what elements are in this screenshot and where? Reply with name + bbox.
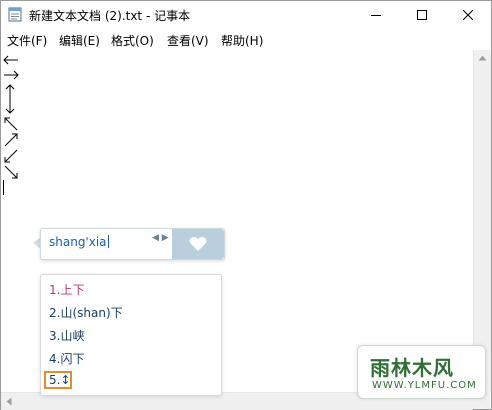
menu-bar: 文件(F) 编辑(E) 格式(O) 查看(V) 帮助(H) [1, 30, 491, 50]
left-arrow-glyph [3, 55, 18, 65]
ime-candidate-list: 1.上下 2.山(shan)下 3.山峡 4.闪下 5.↕ [40, 274, 222, 396]
text-caret [3, 180, 4, 195]
close-icon [463, 10, 473, 20]
menu-edit[interactable]: 编辑(E) [59, 32, 100, 49]
down-left-arrow-glyph [4, 149, 18, 163]
maximize-button[interactable] [399, 1, 445, 29]
candidate-highlight [44, 371, 72, 389]
menu-format[interactable]: 格式(O) [111, 32, 154, 49]
watermark-logo: 雨林木风 WWW.YLMFU.COM [357, 345, 486, 399]
watermark-url: WWW.YLMFU.COM [372, 380, 477, 391]
ime-cursor [107, 235, 109, 248]
candidate-item-4[interactable]: 4.闪下 [49, 350, 84, 367]
scroll-left-icon[interactable] [6, 397, 12, 406]
up-down-arrow-glyph [5, 84, 15, 114]
vertical-scrollbar[interactable] [473, 50, 491, 392]
scroll-up-icon[interactable] [478, 55, 487, 61]
candidate-item-3[interactable]: 3.山峡 [49, 327, 84, 344]
ime-page-arrows-icon[interactable]: ◀ ▶ [152, 233, 169, 243]
minimize-button[interactable] [353, 1, 399, 29]
ime-input-text: shang'xia [49, 235, 109, 249]
up-right-arrow-glyph [4, 133, 18, 147]
watermark-title: 雨林木风 [370, 356, 454, 380]
heart-icon [189, 237, 207, 251]
candidate-item-2[interactable]: 2.山(shan)下 [49, 304, 123, 321]
menu-file[interactable]: 文件(F) [7, 32, 47, 49]
notepad-app-icon [8, 7, 22, 22]
title-bar[interactable]: 新建文本文档 (2).txt - 记事本 [1, 1, 491, 29]
candidate-item-1[interactable]: 1.上下 [49, 281, 84, 298]
right-arrow-glyph [4, 70, 19, 80]
down-right-arrow-glyph [4, 165, 18, 179]
maximize-icon [417, 10, 427, 20]
up-left-arrow-glyph [4, 117, 18, 131]
menu-help[interactable]: 帮助(H) [221, 32, 263, 49]
ime-heart-button[interactable] [172, 229, 224, 259]
window-title: 新建文本文档 (2).txt - 记事本 [29, 9, 191, 23]
menu-view[interactable]: 查看(V) [167, 32, 209, 49]
close-button[interactable] [445, 1, 491, 29]
ime-composition-bar[interactable]: shang'xia ◀ ▶ [40, 228, 225, 260]
minimize-icon [371, 15, 381, 16]
